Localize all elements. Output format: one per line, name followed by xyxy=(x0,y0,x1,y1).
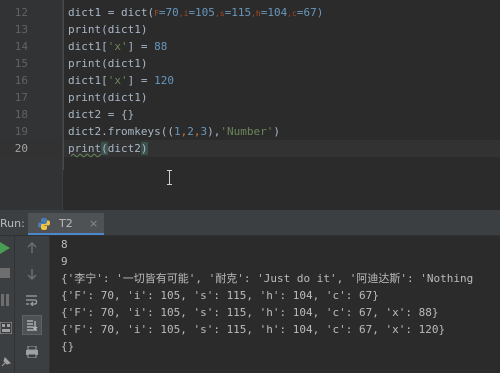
code-token: =115 xyxy=(224,6,252,19)
param-hint: ,c xyxy=(287,9,297,18)
run-tool-header: Run: T2 × xyxy=(0,213,500,236)
layout-icon[interactable] xyxy=(0,322,12,334)
run-label: Run: xyxy=(0,217,25,230)
scroll-to-end-icon xyxy=(27,320,38,331)
indent-guide xyxy=(63,0,64,170)
console-output[interactable]: 8 9 {'李宁': '一切皆有可能', '耐克': 'Just do it',… xyxy=(50,236,500,373)
code-token: dict1 = dict( xyxy=(68,6,155,19)
number-literal: 88 xyxy=(154,40,168,53)
code-token: dict2.fromkeys(( xyxy=(68,125,174,138)
code-token: dict2 = xyxy=(68,108,121,121)
string-literal: 'Number' xyxy=(220,125,274,138)
matched-brace: ( xyxy=(101,142,108,155)
code-token: =70 xyxy=(158,6,179,19)
code-token: =105 xyxy=(188,6,215,19)
code-token: dict2 xyxy=(107,142,141,155)
code-line-13[interactable]: print(dict1) xyxy=(68,21,147,38)
number-literal: 120 xyxy=(154,74,174,87)
code-token: dict1[ xyxy=(68,40,108,53)
output-line: {} xyxy=(61,340,75,353)
code-editor[interactable]: 12 13 14 15 16 17 18 19 20 dict1 = dict(… xyxy=(0,0,500,210)
code-token: dict1[ xyxy=(68,74,108,87)
run-tab-t2[interactable]: T2 × xyxy=(28,213,104,235)
play-icon[interactable] xyxy=(0,242,10,254)
line-number: 16 xyxy=(14,74,28,87)
output-line: {'F': 70, 'i': 105, 's': 115, 'h': 104, … xyxy=(61,323,446,336)
output-line: 9 xyxy=(61,255,68,268)
code-token: {} xyxy=(120,108,135,121)
number-literal: 1 xyxy=(173,125,181,138)
code-token: ) xyxy=(273,125,280,138)
line-number-current: 20 xyxy=(14,142,28,155)
side-strip xyxy=(0,236,15,373)
param-hint: ,h xyxy=(251,9,261,18)
code-token: =104 xyxy=(260,6,288,19)
line-number: 12 xyxy=(14,6,28,19)
code-line-14[interactable]: dict1['x'] = 88 xyxy=(68,38,167,55)
output-line: {'F': 70, 'i': 105, 's': 115, 'h': 104, … xyxy=(61,289,379,302)
output-line: 8 xyxy=(61,238,68,251)
code-line-20[interactable]: print(dict2) xyxy=(68,140,148,157)
code-token: ] = xyxy=(127,40,155,53)
code-token: =67) xyxy=(296,6,324,19)
number-literal: 2 xyxy=(187,125,194,138)
code-line-15[interactable]: print(dict1) xyxy=(68,55,147,72)
line-number: 13 xyxy=(14,23,28,36)
line-number: 15 xyxy=(14,57,28,70)
text-cursor-icon xyxy=(167,170,173,185)
line-number: 19 xyxy=(14,125,28,138)
arrow-down-icon[interactable] xyxy=(26,268,38,280)
code-line-16[interactable]: dict1['x'] = 120 xyxy=(68,72,174,89)
line-number: 18 xyxy=(14,108,28,121)
console-toolbar xyxy=(15,236,50,373)
code-line-18[interactable]: dict2 = {} xyxy=(68,106,134,123)
pin-icon[interactable] xyxy=(0,356,12,368)
code-line-17[interactable]: print(dict1) xyxy=(68,89,147,106)
soft-wrap-icon[interactable] xyxy=(25,294,39,306)
param-hint: ,s xyxy=(214,9,225,18)
line-number: 14 xyxy=(14,40,28,53)
param-hint: ,i xyxy=(178,9,189,18)
code-line-12[interactable]: dict1 = dict(F=70,i=105,s=115,h=104,c=67… xyxy=(68,4,323,21)
scroll-to-end-toggle[interactable] xyxy=(22,315,42,335)
python-icon xyxy=(38,218,50,230)
string-literal: 'x' xyxy=(107,74,128,87)
arrow-up-icon[interactable] xyxy=(26,242,38,254)
close-icon[interactable]: × xyxy=(89,216,98,232)
output-line: {'F': 70, 'i': 105, 's': 115, 'h': 104, … xyxy=(61,306,439,319)
matched-brace: ) xyxy=(140,142,148,155)
code-line-19[interactable]: dict2.fromkeys((1,2,3),'Number') xyxy=(68,123,280,140)
stop-icon[interactable] xyxy=(0,268,10,278)
pause-icon[interactable] xyxy=(0,294,10,306)
output-line: {'李宁': '一切皆有可能', '耐克': 'Just do it', '阿迪… xyxy=(61,272,474,285)
code-token: print xyxy=(68,142,102,155)
print-icon[interactable] xyxy=(25,346,39,358)
string-literal: 'x' xyxy=(107,40,128,53)
run-tab-label: T2 xyxy=(59,217,73,230)
code-token: ] = xyxy=(127,74,155,87)
code-token: ), xyxy=(207,125,221,138)
line-number: 17 xyxy=(14,91,28,104)
